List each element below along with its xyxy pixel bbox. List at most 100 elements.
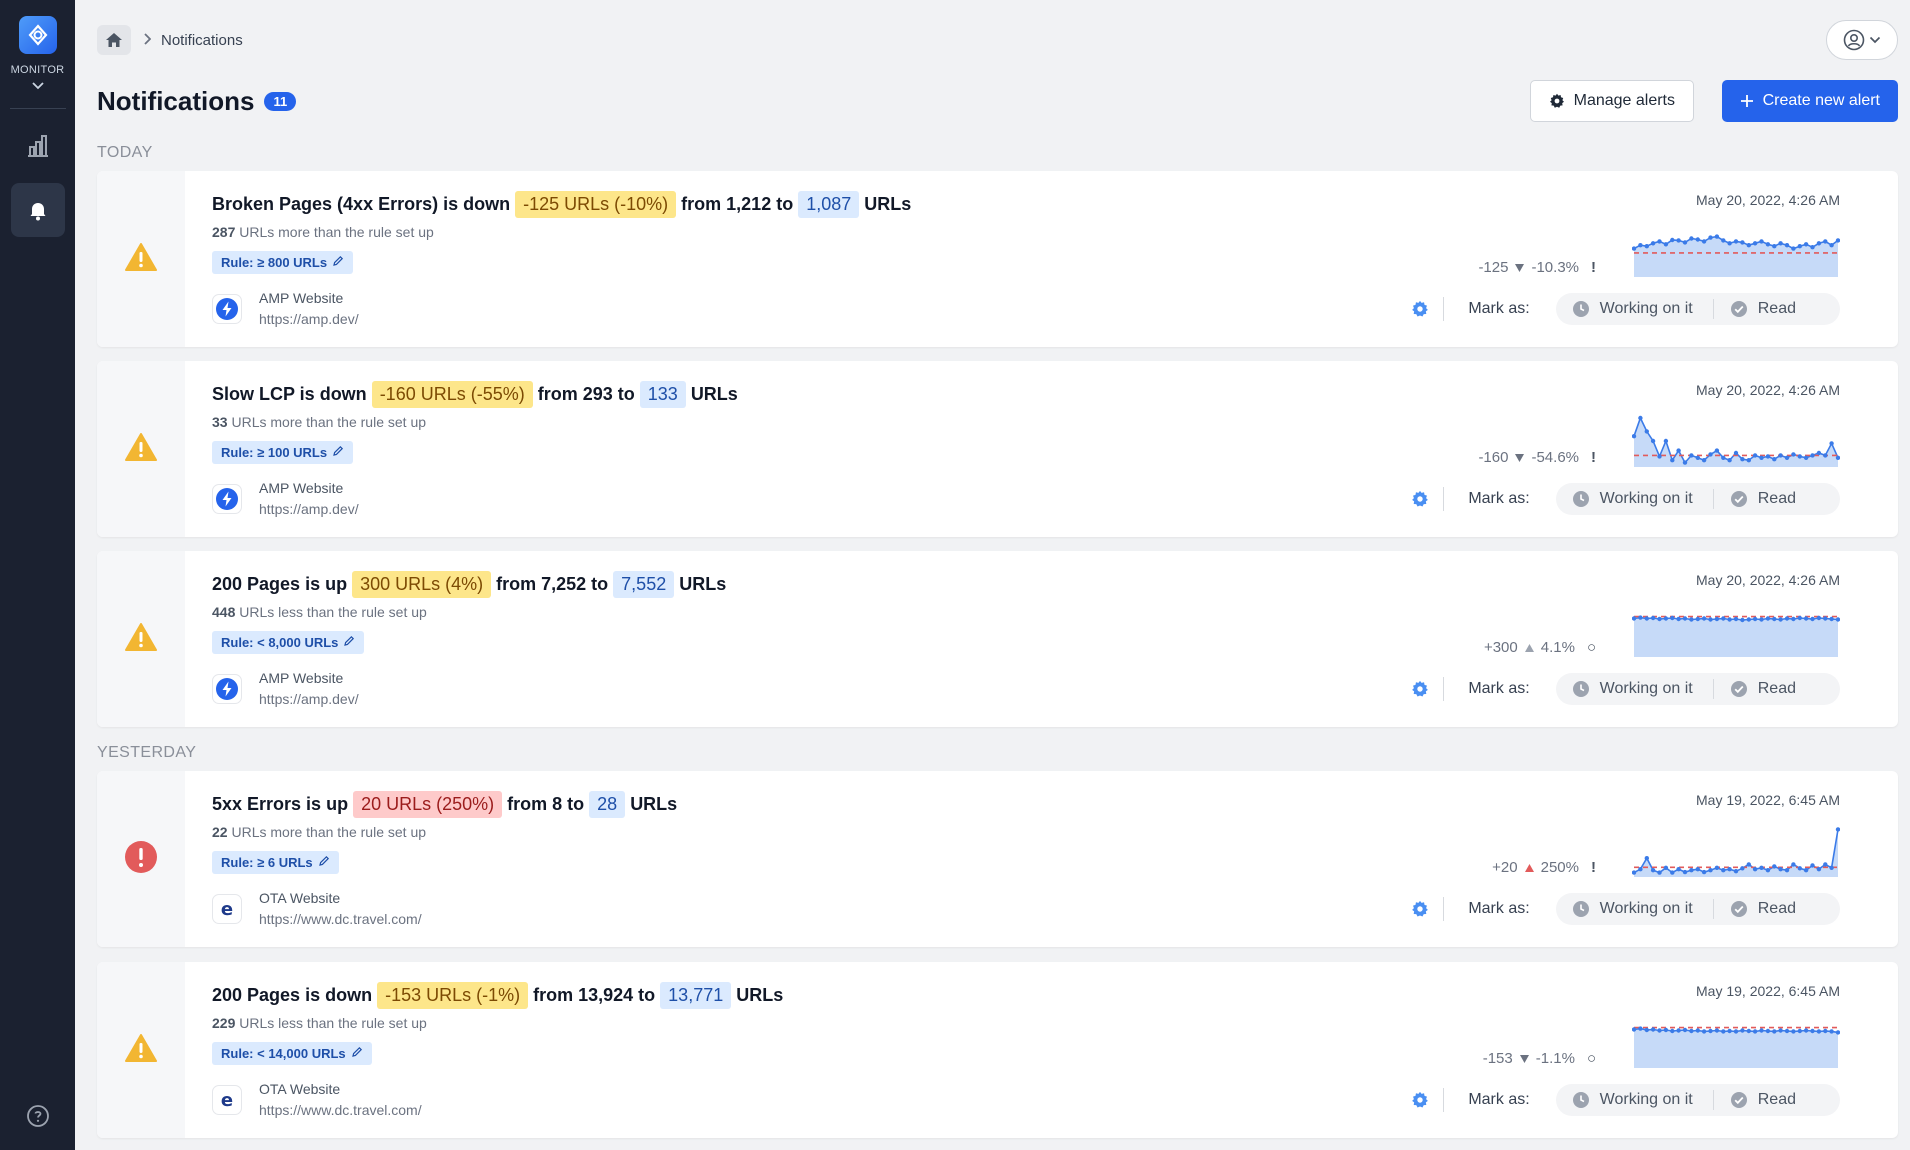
mark-read-button[interactable]: Read <box>1712 489 1840 509</box>
mark-working-button[interactable]: Working on it <box>1556 893 1713 925</box>
breadcrumb-home[interactable] <box>97 25 131 55</box>
mark-read-button[interactable]: Read <box>1712 299 1840 319</box>
sparkline-point <box>1663 865 1669 870</box>
site-info[interactable]: AMP Website https://amp.dev/ <box>212 478 738 520</box>
check-circle-icon <box>1730 680 1748 698</box>
delta-value: -153 <box>1482 1050 1513 1067</box>
triangle-down-icon <box>1519 1054 1529 1063</box>
notification-card[interactable]: Broken Pages (4xx Errors) is down -125 U… <box>97 171 1898 347</box>
alert-settings-gear-icon[interactable] <box>1411 900 1429 918</box>
severity-panel <box>97 771 185 947</box>
site-info[interactable]: AMP Website https://amp.dev/ <box>212 288 911 330</box>
mark-working-button[interactable]: Working on it <box>1556 293 1713 325</box>
chevron-down-icon[interactable] <box>31 78 45 96</box>
sparkline-point <box>1772 1029 1777 1034</box>
change-badge: -160 URLs (-55%) <box>371 381 533 408</box>
sparkline-chart[interactable] <box>1631 413 1841 467</box>
sparkline-point <box>1829 865 1834 870</box>
sparkline-point <box>1657 616 1662 622</box>
notification-title[interactable]: 200 Pages is up 300 URLs (4%) from 7,252… <box>212 571 726 598</box>
sparkline-chart[interactable] <box>1631 823 1841 877</box>
mark-as-label: Mark as: <box>1468 680 1530 697</box>
notification-card[interactable]: 5xx Errors is up 20 URLs (250%) from 8 t… <box>97 771 1898 947</box>
notification-content: 200 Pages is up 300 URLs (4%) from 7,252… <box>212 571 726 710</box>
notification-date: May 20, 2022, 4:26 AM <box>1696 382 1840 398</box>
rule-chip[interactable]: Rule: < 8,000 URLs <box>212 631 365 654</box>
status-mark: ! <box>1591 449 1596 466</box>
notification-card[interactable]: 200 Pages is up 300 URLs (4%) from 7,252… <box>97 551 1898 727</box>
mark-working-button[interactable]: Working on it <box>1556 1084 1713 1116</box>
status-mark: ○ <box>1586 1050 1596 1067</box>
sparkline-chart[interactable] <box>1631 223 1841 277</box>
sparkline-point <box>1797 615 1802 621</box>
gear-icon <box>1549 93 1564 108</box>
sparkline-point <box>1733 239 1739 244</box>
rule-diff-text: 22 URLs more than the rule set up <box>212 824 677 840</box>
sidebar-item-charts[interactable] <box>11 119 65 173</box>
monitor-logo-icon[interactable] <box>18 16 57 54</box>
edit-pencil-icon <box>332 255 344 270</box>
user-menu-button[interactable] <box>1826 20 1898 60</box>
sparkline-point <box>1682 616 1688 621</box>
sparkline-point <box>1810 616 1815 622</box>
rule-diff-label: URLs less than the rule set up <box>239 604 427 620</box>
sparkline-point <box>1778 453 1783 458</box>
site-info[interactable]: AMP Website https://amp.dev/ <box>212 668 726 710</box>
notification-date: May 20, 2022, 4:26 AM <box>1696 572 1840 588</box>
rule-chip[interactable]: Rule: < 14,000 URLs <box>212 1042 372 1065</box>
alert-settings-gear-icon[interactable] <box>1411 680 1429 698</box>
sparkline-chart[interactable] <box>1631 603 1841 657</box>
sparkline-point <box>1784 243 1790 248</box>
mark-read-button[interactable]: Read <box>1712 899 1840 919</box>
unit-text: URLs <box>679 574 727 594</box>
edit-pencil-icon <box>332 445 344 460</box>
site-info[interactable]: e OTA Website https://www.dc.travel.com/ <box>212 888 677 930</box>
sidebar-item-notifications[interactable] <box>10 183 65 237</box>
from-text: from 13,924 to <box>533 985 656 1005</box>
alert-settings-gear-icon[interactable] <box>1411 1091 1429 1109</box>
sparkline-chart[interactable] <box>1631 1014 1841 1068</box>
sparkline-point <box>1721 1029 1726 1034</box>
notification-title[interactable]: 200 Pages is down -153 URLs (-1%) from 1… <box>212 982 783 1009</box>
rule-chip[interactable]: Rule: ≥ 800 URLs <box>212 251 354 274</box>
help-button[interactable] <box>0 1104 75 1128</box>
mark-working-button[interactable]: Working on it <box>1556 483 1713 515</box>
mark-working-button[interactable]: Working on it <box>1556 673 1713 705</box>
manage-alerts-button[interactable]: Manage alerts <box>1529 80 1694 122</box>
sparkline-point <box>1644 244 1649 249</box>
notification-title[interactable]: Broken Pages (4xx Errors) is down -125 U… <box>212 191 911 218</box>
rule-diff-text: 229 URLs less than the rule set up <box>212 1015 783 1031</box>
sparkline-point <box>1631 616 1637 621</box>
sparkline-point <box>1752 867 1758 872</box>
sparkline-point <box>1759 1028 1764 1033</box>
notification-card[interactable]: Slow LCP is down -160 URLs (-55%) from 2… <box>97 361 1898 537</box>
sparkline-point <box>1638 243 1643 248</box>
mark-as-toggle: Working on it Read <box>1555 483 1840 515</box>
mark-read-button[interactable]: Read <box>1712 1090 1840 1110</box>
rule-chip[interactable]: Rule: ≥ 100 URLs <box>212 441 354 464</box>
warning-icon <box>124 622 158 657</box>
delta-value: +20 <box>1492 859 1518 876</box>
percent-value: 250% <box>1540 859 1579 876</box>
warning-icon <box>124 432 158 467</box>
rule-chip[interactable]: Rule: ≥ 6 URLs <box>212 851 339 874</box>
sparkline-point <box>1803 242 1809 247</box>
sparkline-point <box>1765 242 1771 247</box>
sparkline-point <box>1829 1029 1834 1034</box>
alert-settings-gear-icon[interactable] <box>1411 490 1429 508</box>
mark-read-button[interactable]: Read <box>1712 679 1840 699</box>
create-alert-button[interactable]: Create new alert <box>1721 80 1898 122</box>
notification-title[interactable]: 5xx Errors is up 20 URLs (250%) from 8 t… <box>212 791 677 818</box>
notification-card[interactable]: 200 Pages is down -153 URLs (-1%) from 1… <box>97 962 1898 1138</box>
app-switcher-label[interactable]: MONITOR <box>11 64 65 76</box>
change-stats: +300 4.1% ○ <box>1484 639 1596 656</box>
sparkline-point <box>1650 1027 1656 1032</box>
sparkline-point <box>1727 617 1732 622</box>
notification-date: May 19, 2022, 6:45 AM <box>1696 983 1840 999</box>
notification-title[interactable]: Slow LCP is down -160 URLs (-55%) from 2… <box>212 381 738 408</box>
clock-icon <box>1572 900 1590 918</box>
clock-icon <box>1572 1091 1590 1109</box>
sparkline-point <box>1778 1028 1783 1033</box>
alert-settings-gear-icon[interactable] <box>1411 300 1429 318</box>
site-info[interactable]: e OTA Website https://www.dc.travel.com/ <box>212 1079 783 1121</box>
